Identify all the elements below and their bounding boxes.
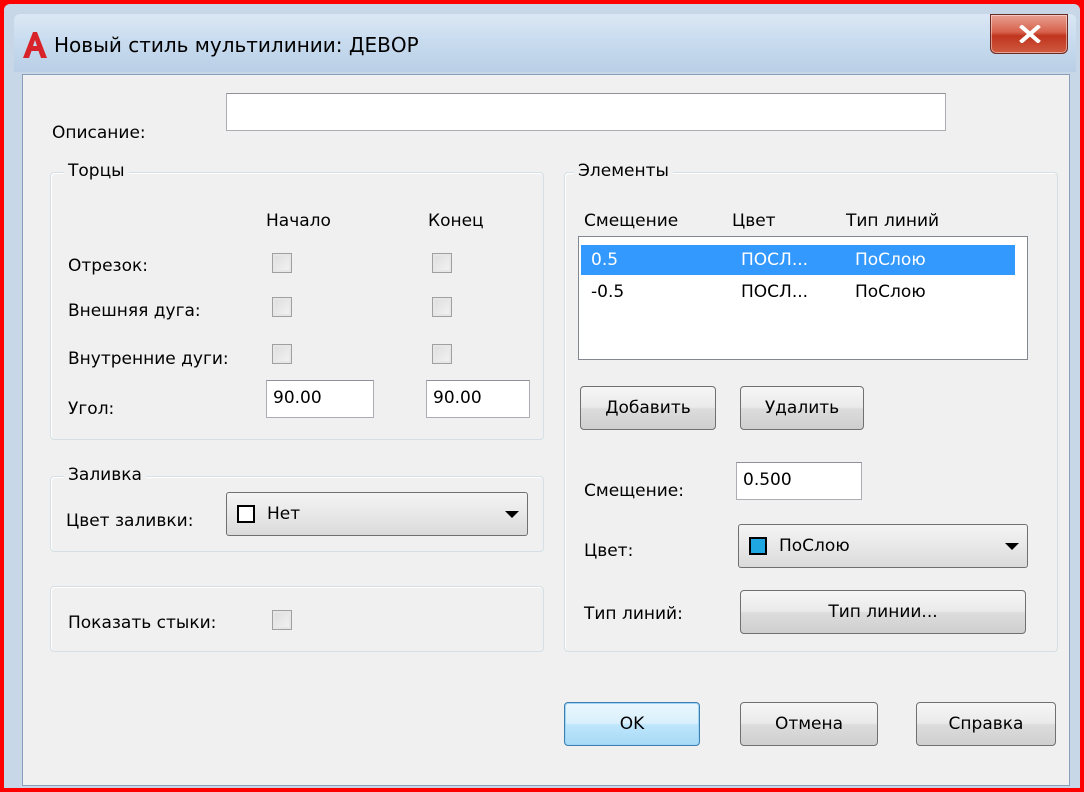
element-offset: -0.5 bbox=[591, 282, 625, 302]
element-color: ПОСЛ... bbox=[741, 250, 809, 270]
color-value: ПоСлою bbox=[779, 536, 850, 556]
elements-group-title: Элементы bbox=[574, 160, 673, 182]
description-input[interactable] bbox=[226, 93, 946, 131]
inner-arcs-end-checkbox[interactable] bbox=[432, 344, 452, 364]
angle-start-input[interactable]: 90.00 bbox=[266, 380, 374, 418]
line-start-checkbox[interactable] bbox=[272, 253, 292, 273]
caps-group-title: Торцы bbox=[64, 160, 129, 182]
caps-row-inner-arcs-label: Внутренние дуги: bbox=[68, 349, 229, 369]
offset-label: Смещение: bbox=[584, 481, 684, 501]
add-element-button[interactable]: Добавить bbox=[580, 386, 716, 430]
ok-button-label: OK bbox=[619, 714, 645, 734]
element-linetype: ПоСлою bbox=[855, 282, 926, 302]
delete-element-label: Удалить bbox=[764, 398, 840, 418]
fill-group-title: Заливка bbox=[64, 464, 146, 486]
fill-color-label: Цвет заливки: bbox=[66, 511, 194, 531]
color-label: Цвет: bbox=[584, 541, 634, 561]
dropdown-arrow-icon bbox=[505, 511, 519, 518]
caps-row-line-label: Отрезок: bbox=[68, 256, 148, 276]
color-dropdown[interactable]: ПоСлою bbox=[738, 524, 1028, 568]
fill-color-value: Нет bbox=[267, 504, 301, 524]
caps-row-outer-arc-label: Внешняя дуга: bbox=[68, 301, 201, 321]
elements-header-color: Цвет bbox=[732, 211, 776, 231]
inner-arcs-start-checkbox[interactable] bbox=[272, 344, 292, 364]
list-item[interactable]: -0.5 ПОСЛ... ПоСлою bbox=[581, 277, 1015, 307]
color-swatch bbox=[749, 537, 767, 555]
close-button[interactable] bbox=[990, 14, 1068, 54]
element-color: ПОСЛ... bbox=[741, 282, 809, 302]
dropdown-arrow-icon bbox=[1005, 543, 1019, 550]
description-label: Описание: bbox=[52, 123, 146, 143]
elements-header-offset: Смещение bbox=[584, 211, 679, 231]
ok-button[interactable]: OK bbox=[564, 702, 700, 746]
cancel-button-label: Отмена bbox=[774, 714, 844, 734]
autocad-a-icon bbox=[22, 30, 48, 60]
list-item[interactable]: 0.5 ПОСЛ... ПоСлою bbox=[581, 245, 1015, 275]
line-end-checkbox[interactable] bbox=[432, 253, 452, 273]
show-joints-label: Показать стыки: bbox=[68, 613, 217, 633]
elements-list[interactable]: 0.5 ПОСЛ... ПоСлою -0.5 ПОСЛ... ПоСлою bbox=[578, 236, 1028, 360]
linetype-label: Тип линий: bbox=[584, 604, 683, 624]
caps-col-start: Начало bbox=[266, 211, 331, 231]
offset-input[interactable]: 0.500 bbox=[736, 462, 862, 500]
element-linetype: ПоСлою bbox=[855, 250, 926, 270]
linetype-button-label: Тип линии... bbox=[828, 602, 938, 622]
show-joints-checkbox[interactable] bbox=[272, 610, 292, 630]
linetype-button[interactable]: Тип линии... bbox=[740, 590, 1026, 634]
angle-end-input[interactable]: 90.00 bbox=[426, 380, 530, 418]
close-x-icon bbox=[1019, 25, 1041, 43]
delete-element-button[interactable]: Удалить bbox=[740, 386, 864, 430]
elements-header-linetype: Тип линий bbox=[846, 211, 940, 231]
add-element-label: Добавить bbox=[605, 398, 691, 418]
outer-arc-end-checkbox[interactable] bbox=[432, 297, 452, 317]
help-button[interactable]: Справка bbox=[916, 702, 1056, 746]
angle-label: Угол: bbox=[68, 399, 115, 419]
fill-color-swatch bbox=[237, 505, 255, 523]
help-button-label: Справка bbox=[948, 714, 1024, 734]
cancel-button[interactable]: Отмена bbox=[740, 702, 878, 746]
fill-color-dropdown[interactable]: Нет bbox=[226, 492, 528, 536]
outer-arc-start-checkbox[interactable] bbox=[272, 297, 292, 317]
element-offset: 0.5 bbox=[591, 250, 619, 270]
caps-col-end: Конец bbox=[428, 211, 484, 231]
window-title: Новый стиль мультилинии: ДЕВОР bbox=[54, 33, 419, 57]
